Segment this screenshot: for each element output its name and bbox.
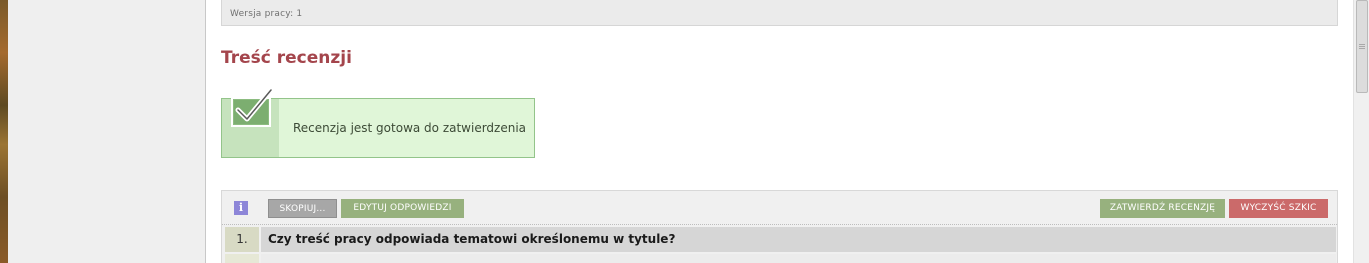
- sidebar-divider: [205, 0, 206, 263]
- info-icon[interactable]: i: [234, 201, 248, 215]
- question-number: 1.: [225, 227, 259, 252]
- status-message-box: Recenzja jest gotowa do zatwierdzenia: [221, 87, 535, 158]
- page-title: Treść recenzji: [221, 48, 352, 68]
- scrollbar-grip-line: [1359, 44, 1365, 45]
- question-row: 1. Czy treść pracy odpowiada tematowi ok…: [225, 227, 1336, 252]
- checkmark-icon: [231, 87, 274, 127]
- question-text: Czy treść pracy odpowiada tematowi okreś…: [261, 227, 1336, 252]
- edit-answers-button[interactable]: EDYTUJ ODPOWIEDZI: [341, 199, 464, 218]
- status-message: Recenzja jest gotowa do zatwierdzenia: [293, 121, 527, 135]
- answer-row: [225, 254, 1336, 263]
- scrollbar-grip-line: [1359, 46, 1365, 47]
- copy-button[interactable]: SKOPIUJ...: [268, 199, 337, 218]
- scrollbar-thumb[interactable]: [1356, 0, 1368, 93]
- review-questions-panel: i SKOPIUJ... EDYTUJ ODPOWIEDZI ZATWIERDŹ…: [221, 190, 1338, 263]
- review-toolbar: i SKOPIUJ... EDYTUJ ODPOWIEDZI ZATWIERDŹ…: [222, 191, 1337, 225]
- left-decorative-strip: [0, 0, 8, 263]
- approve-review-button[interactable]: ZATWIERDŹ RECENZJĘ: [1100, 199, 1225, 218]
- clear-draft-button[interactable]: WYCZYŚĆ SZKIC: [1229, 199, 1328, 218]
- vertical-scrollbar[interactable]: [1353, 0, 1369, 263]
- answer-number-cell: [225, 254, 259, 263]
- version-info-box: Wersja pracy: 1: [221, 0, 1338, 26]
- scrollbar-grip-line: [1359, 48, 1365, 49]
- version-label: Wersja pracy: 1: [230, 9, 303, 19]
- left-sidebar: [8, 0, 205, 263]
- answer-text-cell: [261, 254, 1336, 263]
